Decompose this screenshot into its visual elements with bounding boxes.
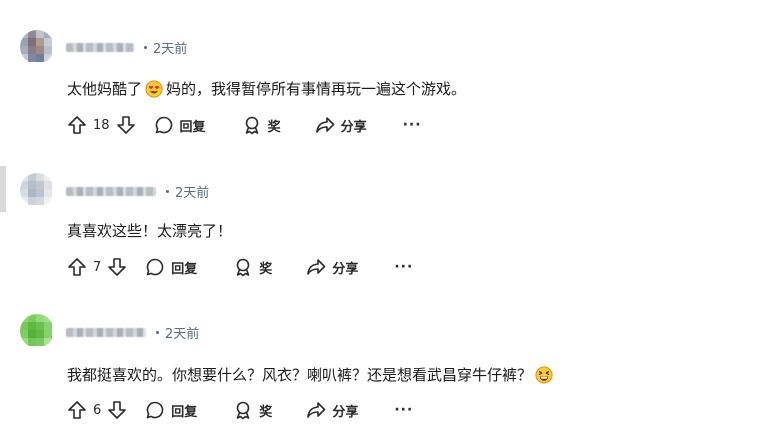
more-options-button[interactable]: ··· — [394, 259, 413, 275]
reply-button[interactable]: 回复 — [154, 115, 206, 135]
award-icon — [236, 401, 250, 420]
ellipsis-icon: ··· — [394, 402, 414, 418]
separator-dot — [156, 330, 159, 334]
award-label: 奖 — [259, 404, 273, 420]
reply-button[interactable]: 回复 — [145, 400, 197, 420]
share-label: 分享 — [340, 119, 367, 135]
reply-button[interactable]: 回复 — [145, 257, 197, 277]
thread-line[interactable] — [0, 166, 6, 212]
upvote-button[interactable] — [67, 257, 87, 277]
award-button[interactable]: 奖 — [233, 400, 272, 420]
vote-count: 7 — [93, 259, 102, 275]
comment-actions: 6 回复 奖 分享 ··· — [67, 398, 413, 422]
share-label: 分享 — [332, 404, 359, 420]
arrow-down-icon — [116, 116, 135, 134]
arrow-down-icon — [108, 401, 127, 419]
comment-text-part: 我都挺喜欢的。你想要什么？风衣？喇叭裤？还是想看武昌穿牛仔裤？ — [67, 366, 533, 384]
vote-count: 6 — [93, 402, 102, 418]
username[interactable] — [66, 186, 156, 196]
arrow-up-icon — [68, 401, 86, 419]
speech-bubble-icon — [146, 258, 164, 276]
comment-text-part: 太他妈酷了 — [67, 80, 143, 98]
comment-text: 真喜欢这些！太漂亮了！ — [67, 220, 232, 241]
comment-actions: 7 回复 奖 分享 ··· — [67, 255, 413, 279]
ellipsis-icon: ··· — [402, 117, 422, 133]
award-icon — [236, 258, 250, 277]
downvote-button[interactable] — [107, 257, 127, 277]
share-icon — [315, 117, 334, 133]
reply-label: 回复 — [171, 404, 198, 420]
more-options-button[interactable]: ··· — [394, 402, 413, 418]
share-button[interactable]: 分享 — [306, 257, 358, 277]
award-label: 奖 — [259, 261, 273, 277]
comment-text: 我都挺喜欢的。你想要什么？风衣？喇叭裤？还是想看武昌穿牛仔裤？ — [67, 364, 556, 385]
username[interactable] — [66, 327, 146, 337]
upvote-button[interactable] — [67, 115, 87, 135]
arrow-up-icon — [68, 116, 86, 134]
arrow-up-icon — [68, 258, 86, 276]
comment-actions: 18 回复 奖 分享 ··· — [67, 113, 422, 137]
separator-dot — [166, 189, 169, 193]
share-button[interactable]: 分享 — [315, 115, 367, 135]
speech-bubble-icon — [155, 116, 172, 134]
separator-dot — [144, 45, 147, 49]
timestamp: 2天前 — [165, 326, 200, 342]
speech-bubble-icon — [146, 401, 164, 419]
avatar[interactable] — [20, 314, 54, 348]
grinning-squint-emoji — [535, 365, 553, 384]
comment-text-part: 真喜欢这些！太漂亮了！ — [67, 222, 233, 240]
award-button[interactable]: 奖 — [242, 115, 281, 135]
comment-text-part: 妈的，我得暂停所有事情再玩一遍这个游戏。 — [166, 80, 467, 98]
award-button[interactable]: 奖 — [233, 257, 272, 277]
comment-text: 太他妈酷了 妈的，我得暂停所有事情再玩一遍这个游戏。 — [67, 78, 466, 99]
share-button[interactable]: 分享 — [306, 400, 358, 420]
award-icon — [245, 116, 258, 135]
vote-count: 18 — [93, 117, 110, 133]
upvote-button[interactable] — [67, 400, 87, 420]
timestamp: 2天前 — [153, 41, 188, 57]
heart-eyes-emoji — [145, 79, 163, 98]
share-icon — [307, 402, 326, 418]
arrow-down-icon — [108, 258, 127, 276]
award-label: 奖 — [267, 119, 281, 135]
username[interactable] — [66, 42, 134, 52]
avatar[interactable] — [20, 30, 54, 64]
share-label: 分享 — [332, 261, 359, 277]
more-options-button[interactable]: ··· — [403, 117, 422, 133]
timestamp: 2天前 — [175, 185, 210, 201]
downvote-button[interactable] — [107, 400, 127, 420]
downvote-button[interactable] — [116, 115, 136, 135]
share-icon — [307, 259, 326, 275]
avatar[interactable] — [20, 173, 54, 207]
ellipsis-icon: ··· — [394, 259, 414, 275]
reply-label: 回复 — [179, 119, 206, 135]
reply-label: 回复 — [171, 261, 198, 277]
